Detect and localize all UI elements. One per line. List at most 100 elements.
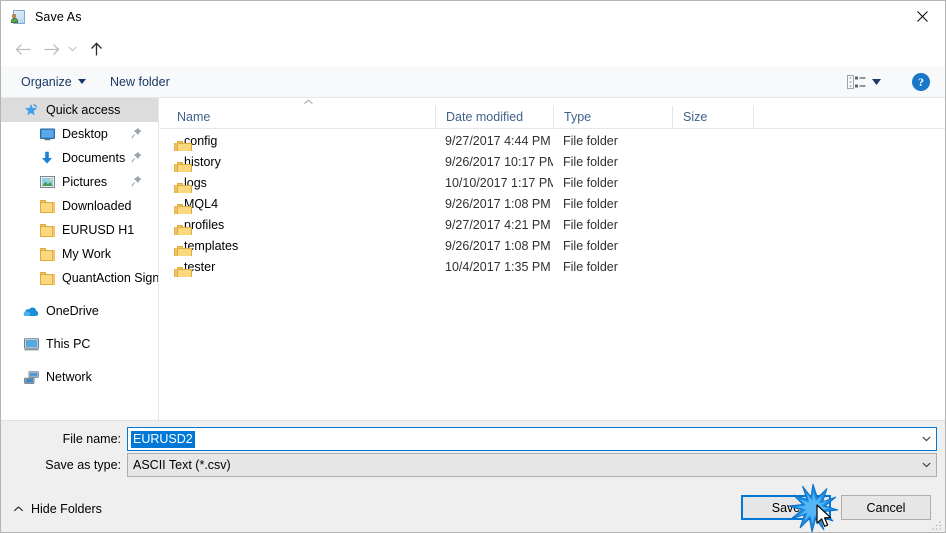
table-row[interactable]: history 9/26/2017 10:17 PM File folder — [160, 151, 945, 172]
file-type-cell: File folder — [563, 238, 618, 253]
network-icon — [23, 369, 39, 385]
sidebar-item-pictures[interactable]: Pictures — [1, 170, 158, 194]
save-as-type-select[interactable]: ASCII Text (*.csv) — [127, 453, 937, 477]
sidebar-item-label: EURUSD H1 — [62, 223, 135, 237]
pin-icon[interactable] — [131, 127, 142, 139]
file-name-cell: config — [160, 130, 435, 151]
sidebar-item-label: Pictures — [62, 175, 108, 189]
file-name-label: templates — [184, 238, 239, 253]
sidebar-item-network[interactable]: Network — [1, 365, 158, 389]
table-row[interactable]: templates 9/26/2017 1:08 PM File folder — [160, 235, 945, 256]
file-date-cell: 9/26/2017 10:17 PM — [445, 154, 553, 169]
command-bar: Organize New folder ? — [1, 66, 945, 98]
navigation-sidebar[interactable]: Quick access Desktop Documents Pictures … — [1, 98, 159, 420]
file-type-cell: File folder — [563, 154, 618, 169]
resize-grip[interactable] — [930, 518, 942, 530]
pin-icon[interactable] — [131, 151, 142, 163]
chevron-down-icon — [921, 462, 931, 468]
file-size-cell — [672, 214, 753, 235]
file-type-cell: File folder — [563, 175, 618, 190]
column-header-size[interactable]: Size — [672, 105, 753, 129]
documents-icon — [39, 150, 55, 166]
file-size-cell — [672, 151, 753, 172]
sidebar-item-this-pc[interactable]: This PC — [1, 332, 158, 356]
file-name-cell: templates — [160, 235, 435, 256]
star-pin-icon — [23, 102, 39, 118]
file-name-cell: MQL4 — [160, 193, 435, 214]
file-type-cell: File folder — [563, 217, 618, 232]
close-button[interactable] — [899, 1, 945, 32]
back-button[interactable] — [11, 37, 35, 61]
save-as-dialog: Save As Organize New folder ? Quick acce… — [0, 0, 946, 533]
pin-icon[interactable] — [131, 175, 142, 187]
new-folder-button[interactable]: New folder — [102, 66, 178, 97]
view-options-button[interactable] — [847, 66, 881, 97]
table-row[interactable]: logs 10/10/2017 1:17 PM File folder — [160, 172, 945, 193]
close-icon — [916, 11, 928, 22]
column-header-date-modified[interactable]: Date modified — [435, 105, 553, 129]
this-pc-icon — [23, 336, 39, 352]
cancel-button-label: Cancel — [866, 500, 906, 515]
column-header-name[interactable]: Name — [160, 106, 435, 129]
sidebar-item-label: Documents — [62, 151, 126, 165]
sidebar-item-downloaded[interactable]: Downloaded — [1, 194, 158, 218]
sidebar-item-label: Downloaded — [62, 199, 132, 213]
new-folder-label: New folder — [110, 74, 170, 89]
sidebar-item-label: Desktop — [62, 127, 108, 141]
column-header-type[interactable]: Type — [553, 105, 672, 129]
arrow-up-icon — [90, 41, 102, 55]
save-button[interactable]: Save — [741, 495, 831, 520]
table-row[interactable]: tester 10/4/2017 1:35 PM File folder — [160, 256, 945, 277]
table-row[interactable]: config 9/27/2017 4:44 PM File folder — [160, 130, 945, 151]
save-as-type-dropdown-button[interactable] — [916, 462, 936, 468]
sidebar-item-label: My Work — [62, 247, 112, 261]
file-list-pane[interactable]: Name Date modified Type Size config 9/27… — [160, 98, 945, 420]
column-header-filler — [753, 105, 945, 129]
sidebar-item-onedrive[interactable]: OneDrive — [1, 299, 158, 323]
sidebar-item-quick-access[interactable]: Quick access — [1, 98, 158, 122]
sidebar-item-my-work[interactable]: My Work — [1, 242, 158, 266]
folder-icon — [39, 222, 55, 238]
file-name-input[interactable]: EURUSD2 — [127, 427, 937, 451]
sidebar-item-label: OneDrive — [46, 304, 99, 318]
sidebar-item-eurusd-h1[interactable]: EURUSD H1 — [1, 218, 158, 242]
sidebar-item-desktop[interactable]: Desktop — [1, 122, 158, 146]
folder-icon — [39, 270, 55, 286]
table-row[interactable]: profiles 9/27/2017 4:21 PM File folder — [160, 214, 945, 235]
help-button[interactable]: ? — [912, 73, 930, 91]
save-as-icon — [11, 9, 27, 25]
up-button[interactable] — [84, 37, 108, 61]
file-list-rows: config 9/27/2017 4:44 PM File folder his… — [160, 130, 945, 277]
file-name-label: File name: — [62, 432, 121, 446]
help-icon: ? — [918, 74, 924, 89]
file-name-dropdown-button[interactable] — [916, 436, 936, 442]
organize-button[interactable]: Organize — [13, 66, 94, 97]
title-bar: Save As — [1, 1, 945, 32]
sidebar-item-documents[interactable]: Documents — [1, 146, 158, 170]
table-row[interactable]: MQL4 9/26/2017 1:08 PM File folder — [160, 193, 945, 214]
file-size-cell — [672, 193, 753, 214]
hide-folders-button[interactable]: Hide Folders — [13, 502, 102, 516]
file-date-cell: 10/10/2017 1:17 PM — [445, 175, 553, 190]
file-name-cell: profiles — [160, 214, 435, 235]
save-as-type-value: ASCII Text (*.csv) — [133, 458, 231, 472]
cancel-button[interactable]: Cancel — [841, 495, 931, 520]
hide-folders-label: Hide Folders — [31, 502, 102, 516]
sidebar-item-quantaction-signal[interactable]: QuantAction Signal — [1, 266, 158, 290]
file-name-value: EURUSD2 — [131, 430, 195, 448]
file-type-cell: File folder — [563, 196, 618, 211]
file-type-cell: File folder — [563, 259, 618, 274]
window-title: Save As — [35, 9, 82, 24]
pictures-icon — [39, 174, 55, 190]
sidebar-item-label: QuantAction Signal — [62, 271, 159, 285]
file-size-cell — [672, 256, 753, 277]
forward-button[interactable] — [39, 37, 63, 61]
recent-locations-button[interactable] — [63, 37, 81, 61]
save-button-label: Save — [771, 500, 801, 515]
sidebar-item-label: Quick access — [46, 103, 121, 117]
file-size-cell — [672, 235, 753, 256]
desktop-icon — [39, 126, 55, 142]
sidebar-item-label: Network — [46, 370, 92, 384]
save-as-type-label: Save as type: — [45, 458, 121, 472]
sidebar-item-label: This PC — [46, 337, 91, 351]
